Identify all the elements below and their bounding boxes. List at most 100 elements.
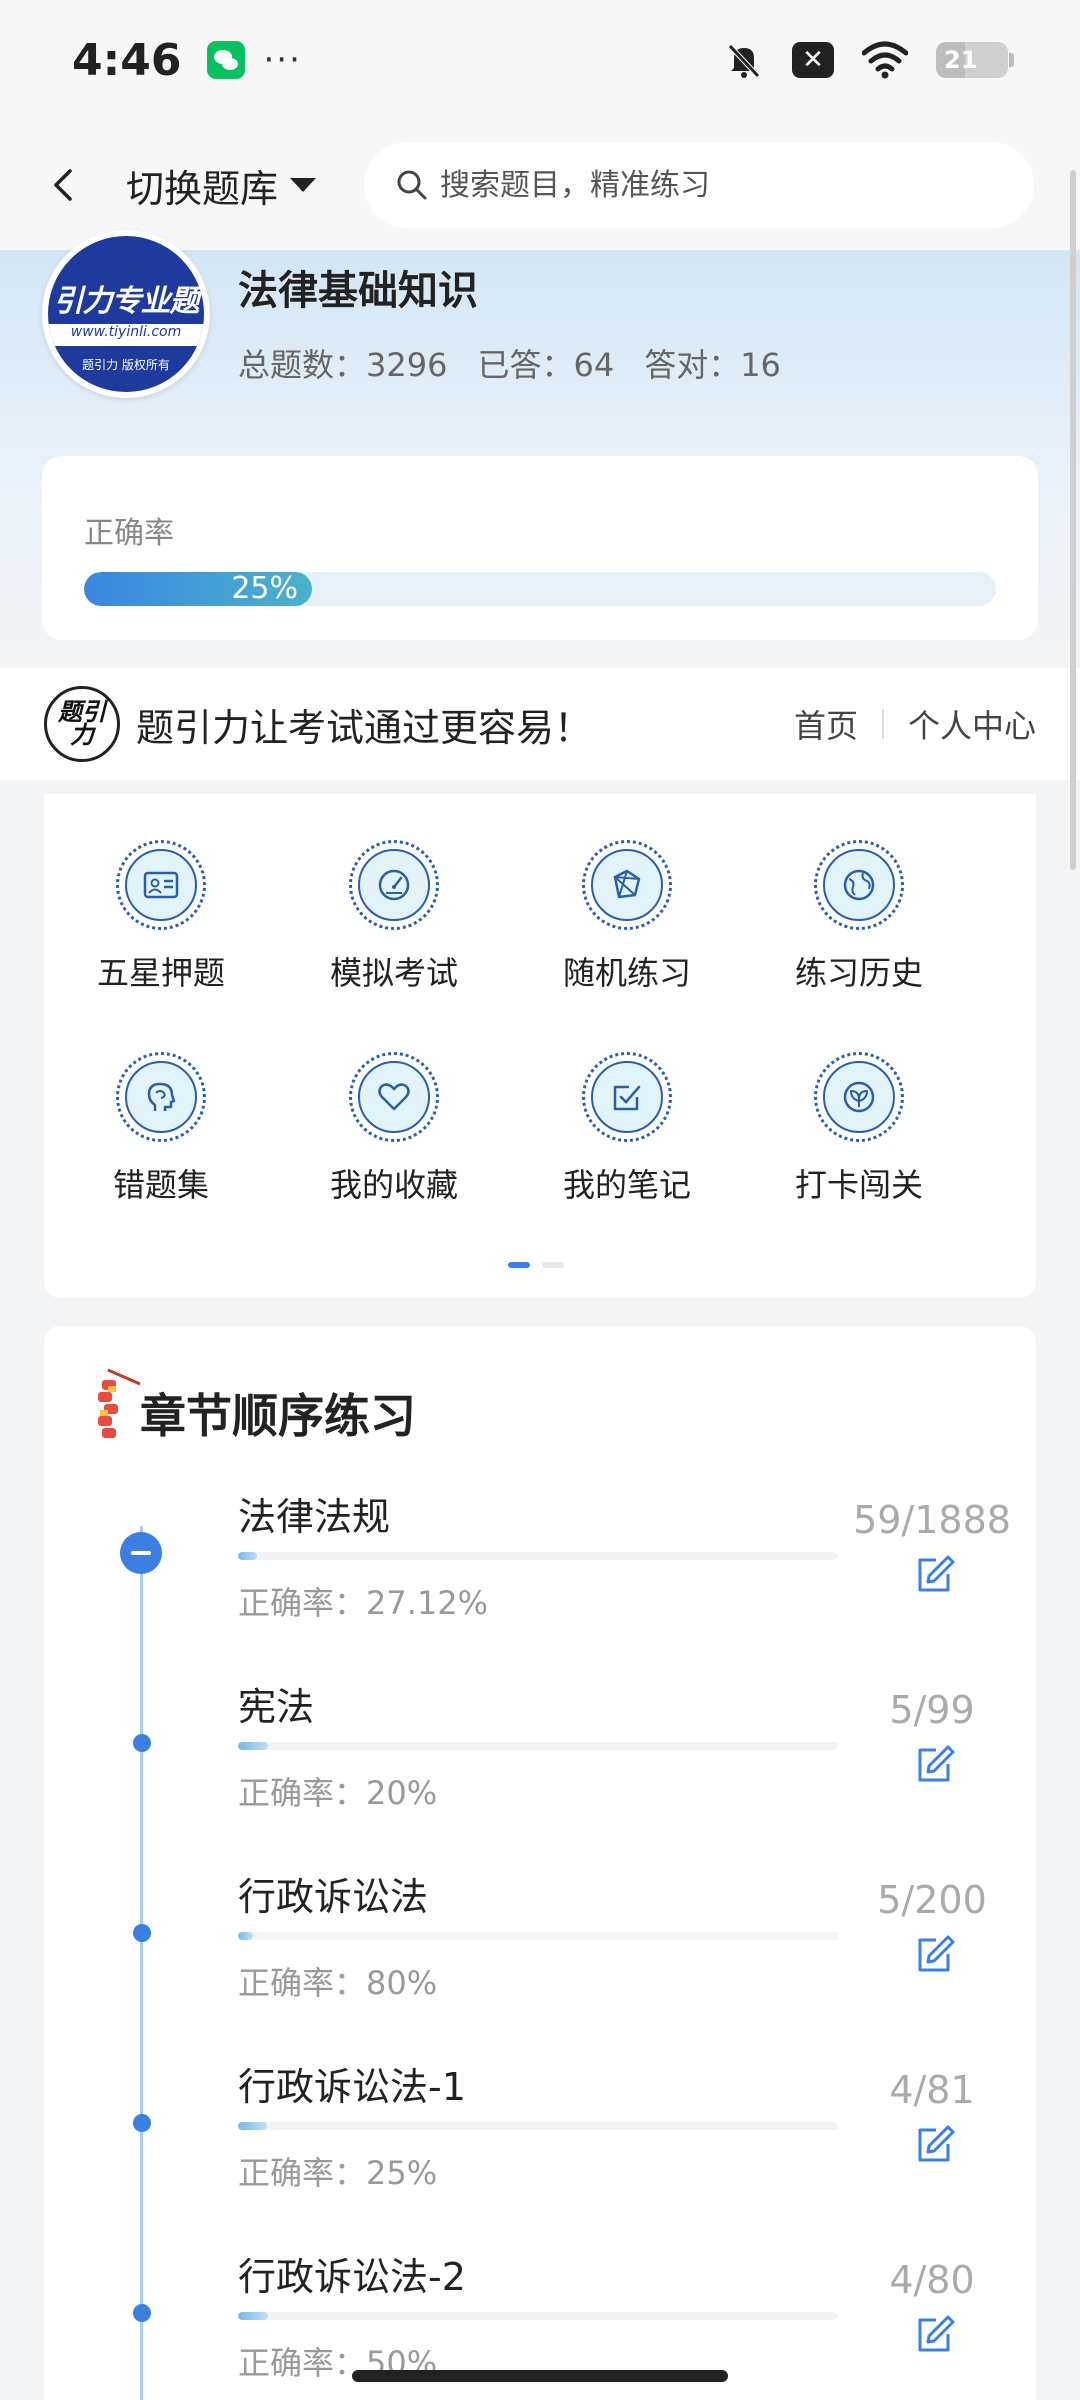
accuracy-card: 正确率 25% (42, 456, 1038, 640)
chapter-name: 宪法 (238, 1685, 315, 1729)
feature-label: 练习历史 (794, 954, 923, 992)
feature-random-practice[interactable]: 随机练习 (512, 840, 742, 994)
bank-stats: 总题数：3296 已答：64 答对：16 (238, 340, 781, 386)
timeline-node (133, 1734, 151, 1752)
feature-label: 打卡闯关 (794, 1166, 923, 1204)
clock: 4:46 (72, 34, 182, 86)
slogan-bar: 题引力 题引力让考试通过更容易！ 首页 个人中心 (0, 668, 1080, 780)
home-indicator[interactable] (352, 2370, 728, 2382)
feature-check-in[interactable]: 打卡闯关 (744, 1052, 974, 1206)
page-dot-active (508, 1262, 530, 1268)
chapter-progress-bar (238, 1742, 838, 1750)
timeline-node (133, 2114, 151, 2132)
chapter-name: 行政诉讼法 (238, 1875, 429, 1919)
chapter-accuracy: 正确率：20% (238, 1774, 438, 1812)
more-notifications: ··· (263, 40, 302, 80)
search-box[interactable] (364, 142, 1035, 228)
logo-text: 引力专业题 (53, 284, 200, 319)
head-icon (147, 1082, 176, 1111)
feature-favorites[interactable]: 我的收藏 (279, 1052, 509, 1206)
speedometer-icon (378, 869, 410, 901)
page-indicator (508, 1262, 564, 1268)
random-cube-icon (613, 869, 641, 899)
accuracy-label: 正确率 (84, 516, 174, 551)
scrollbar[interactable] (1070, 170, 1076, 870)
chapter-progress-fill (238, 1742, 268, 1750)
slogan-text: 题引力让考试通过更容易！ (136, 705, 593, 750)
feature-label: 我的收藏 (329, 1166, 458, 1204)
feature-practice-history[interactable]: 练习历史 (744, 840, 974, 994)
feature-label: 错题集 (112, 1166, 209, 1204)
chapter-count: 59/1888 (853, 1498, 1011, 1542)
chapter-count: 5/200 (877, 1878, 987, 1922)
feature-grid: 五星押题 模拟考试 随机练习 练习历史 错题集 我的收藏 我的笔记 打卡闯关 (44, 794, 1036, 1298)
firecracker-icon (98, 1368, 141, 1438)
collapse-node-icon[interactable] (120, 1532, 162, 1574)
chapter-name: 法律法规 (238, 1495, 391, 1539)
feature-label: 模拟考试 (329, 954, 458, 992)
stat-answered: 已答：64 (477, 346, 615, 384)
chapter-progress-fill (238, 1932, 253, 1940)
profile-link[interactable]: 个人中心 (908, 701, 1036, 747)
chapter-practice-section: 章节顺序练习 法律法规 正确率：27.12% 59/1888 宪法 正确率：20… (44, 1326, 1036, 2400)
feature-label: 随机练习 (562, 954, 691, 992)
accuracy-percent: 25% (231, 572, 298, 606)
chapter-count: 5/99 (889, 1688, 975, 1732)
switch-bank-label: 切换题库 (126, 166, 279, 211)
edit-icon[interactable] (912, 2122, 956, 2166)
wifi-icon (862, 41, 908, 79)
chapter-item[interactable]: 行政诉讼法-1 正确率：25% 4/81 (44, 2056, 1036, 2246)
battery-level: 21 (944, 46, 978, 74)
id-card-icon (143, 871, 179, 899)
chapter-name: 行政诉讼法-2 (238, 2255, 466, 2299)
chapter-progress-bar (238, 2312, 838, 2320)
heart-icon (378, 1083, 410, 1111)
data-off-icon: ✕ (792, 42, 834, 78)
bell-muted-icon (728, 44, 760, 78)
feature-five-star[interactable]: 五星押题 (46, 840, 276, 994)
status-bar: 4:46 ··· ✕ 21 (0, 0, 1080, 120)
chapter-progress-fill (238, 1552, 257, 1560)
edit-icon[interactable] (912, 1932, 956, 1976)
bank-logo: 引力专业题 www.tiyinli.com 题引力 版权所有 (42, 230, 210, 398)
timeline-node (133, 2304, 151, 2322)
feature-mock-exam[interactable]: 模拟考试 (279, 840, 509, 994)
home-link[interactable]: 首页 (794, 701, 858, 747)
bank-title: 法律基础知识 (238, 268, 478, 314)
chapter-name: 行政诉讼法-1 (238, 2065, 466, 2109)
chapter-accuracy: 正确率：25% (238, 2154, 438, 2192)
feature-notes[interactable]: 我的笔记 (512, 1052, 742, 1206)
chapter-count: 4/81 (889, 2068, 975, 2112)
edit-icon[interactable] (912, 1742, 956, 1786)
app-logo: 题引力 (44, 686, 120, 762)
chapter-progress-bar (238, 1932, 838, 1940)
battery-icon: 21 (936, 42, 1014, 78)
page-dot (542, 1262, 564, 1268)
chapter-progress-bar (238, 2122, 838, 2130)
chapter-progress-fill (238, 2122, 268, 2130)
feature-wrong-questions[interactable]: 错题集 (46, 1052, 276, 1206)
leaf-badge-icon (843, 1081, 875, 1113)
feature-label: 五星押题 (96, 954, 225, 992)
search-icon (397, 170, 427, 200)
chapter-count: 4/80 (889, 2258, 975, 2302)
top-nav: 切换题库 (0, 120, 1080, 250)
chapter-progress-fill (238, 2312, 268, 2320)
timeline-node (133, 1924, 151, 1942)
back-icon[interactable] (44, 165, 84, 205)
stat-correct: 答对：16 (644, 346, 781, 384)
link-divider (881, 709, 884, 739)
chapter-item[interactable]: 行政诉讼法 正确率：80% 5/200 (44, 1866, 1036, 2056)
check-note-icon (613, 1085, 641, 1111)
edit-icon[interactable] (912, 2312, 956, 2356)
edit-icon[interactable] (912, 1552, 956, 1596)
chapter-section-title: 章节顺序练习 (140, 1389, 416, 1443)
switch-bank-button[interactable]: 切换题库 (126, 158, 317, 213)
chapter-accuracy: 正确率：80% (238, 1964, 438, 2002)
logo-url: www.tiyinli.com (48, 324, 204, 346)
globe-icon (843, 869, 875, 901)
search-input[interactable] (440, 167, 1001, 203)
chapter-item[interactable]: 宪法 正确率：20% 5/99 (44, 1676, 1036, 1866)
logo-copyright: 题引力 版权所有 (82, 358, 170, 372)
chapter-item[interactable]: 法律法规 正确率：27.12% 59/1888 (44, 1486, 1036, 1676)
